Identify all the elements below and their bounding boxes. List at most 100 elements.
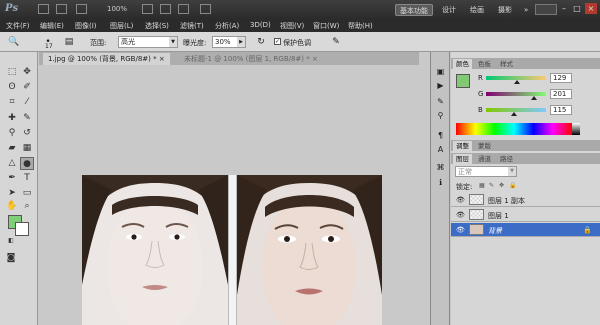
eraser-tool-icon[interactable]: ▰ (5, 142, 19, 155)
close-icon[interactable]: × (585, 3, 597, 14)
lock-image-icon[interactable]: ✎ (489, 182, 494, 189)
character-icon[interactable]: A (434, 144, 447, 155)
brush-presets-icon[interactable]: ✎ (434, 96, 447, 107)
workspace-painting[interactable]: 绘画 (466, 4, 488, 16)
move-tool-icon[interactable]: ✥ (20, 66, 34, 79)
restore-icon[interactable]: □ (571, 3, 583, 14)
lock-position-icon[interactable]: ✥ (499, 182, 504, 189)
menu-layer[interactable]: 图层(L) (110, 21, 133, 31)
color-spectrum-grayscale[interactable] (572, 123, 580, 135)
r-slider[interactable] (486, 76, 546, 84)
workspace-design[interactable]: 设计 (438, 4, 460, 16)
lock-all-icon[interactable]: 🔒 (509, 182, 516, 189)
color-swatch[interactable] (456, 74, 470, 88)
gradient-tool-icon[interactable]: ▦ (20, 142, 34, 155)
rotate-view-icon[interactable] (160, 4, 171, 14)
clone-source-icon[interactable]: ⚲ (434, 110, 447, 121)
history-brush-icon[interactable]: ↺ (20, 127, 34, 140)
dodge-tool-preset-icon[interactable]: 🔍 (8, 36, 20, 48)
menu-view[interactable]: 视图(V) (280, 21, 304, 31)
marquee-tool-icon[interactable]: ⬚ (5, 66, 19, 79)
screen-mode-icon[interactable] (200, 4, 211, 14)
tab-document-2[interactable]: 未标题-1 @ 100% (图层 1, RGB/8#) * × (179, 53, 323, 65)
close-tab-icon[interactable]: × (312, 55, 318, 63)
extras-icon[interactable] (76, 4, 87, 14)
type-tool-icon[interactable]: T (20, 172, 34, 185)
b-slider-thumb[interactable] (511, 112, 517, 116)
r-slider-thumb[interactable] (514, 80, 520, 84)
menu-filter[interactable]: 滤镜(T) (180, 21, 204, 31)
g-value[interactable]: 201 (550, 89, 572, 99)
blur-tool-icon[interactable]: △ (5, 157, 19, 170)
airbrush-icon[interactable]: ↻ (255, 36, 267, 48)
color-spectrum[interactable] (456, 123, 572, 135)
exposure-input[interactable]: 30% ▶ (212, 36, 246, 48)
close-tab-icon[interactable]: × (159, 55, 165, 63)
tab-swatches[interactable]: 色板 (475, 59, 494, 69)
menu-help[interactable]: 帮助(H) (348, 21, 373, 31)
quick-mask-icon[interactable]: ◙ (4, 252, 18, 265)
crop-tool-icon[interactable]: ⌗ (5, 96, 19, 109)
shape-tool-icon[interactable]: ▭ (20, 187, 34, 200)
b-slider[interactable] (486, 108, 546, 116)
lock-transparent-icon[interactable]: ▦ (479, 182, 485, 189)
canvas-area[interactable] (39, 65, 419, 325)
zoom-tool-icon[interactable]: ⌕ (20, 200, 34, 213)
bridge-icon[interactable] (38, 4, 49, 14)
workspace-essentials[interactable]: 基本功能 (395, 4, 433, 16)
menu-edit[interactable]: 编辑(E) (40, 21, 64, 31)
g-slider-thumb[interactable] (531, 96, 537, 100)
actions-icon[interactable]: ▶ (434, 80, 447, 91)
hand-tool-icon[interactable]: ✋ (5, 200, 19, 213)
tab-adjustments[interactable]: 调整 (453, 141, 472, 151)
tool-presets-icon[interactable]: ⌘ (434, 162, 447, 173)
workspace-photography[interactable]: 摄影 (494, 4, 516, 16)
eye-icon[interactable]: 👁 (456, 211, 465, 219)
clone-stamp-icon[interactable]: ⚲ (5, 127, 19, 140)
lasso-tool-icon[interactable]: ʘ (5, 81, 19, 94)
minimize-icon[interactable]: – (558, 3, 570, 14)
tab-document-1[interactable]: 1.jpg @ 100% (背景, RGB/8#) * × (43, 53, 170, 65)
tab-masks[interactable]: 蒙版 (475, 141, 494, 151)
info-icon[interactable]: ℹ (434, 177, 447, 188)
brush-panel-icon[interactable]: ▤ (63, 36, 75, 48)
tab-styles[interactable]: 样式 (497, 59, 516, 69)
pressure-icon[interactable]: ✎ (330, 36, 342, 48)
history-icon[interactable]: ▣ (434, 66, 447, 77)
arrange-documents-icon[interactable] (178, 4, 189, 14)
default-colors-icon[interactable]: ◧ (4, 234, 18, 247)
eyedropper-tool-icon[interactable]: ⁄ (20, 96, 34, 109)
r-value[interactable]: 129 (550, 73, 572, 83)
chevron-right-icon[interactable]: ▶ (237, 37, 245, 47)
tab-paths[interactable]: 路径 (497, 154, 516, 164)
tab-channels[interactable]: 通道 (475, 154, 494, 164)
minibridge-icon[interactable] (56, 4, 67, 14)
g-slider[interactable] (486, 92, 546, 100)
layer-row-selected[interactable]: 👁 背景 🔒 (451, 223, 600, 237)
zoom-level[interactable]: 100% (107, 5, 127, 13)
hand-icon[interactable] (142, 4, 153, 14)
range-select[interactable]: 高光 ▼ (118, 36, 178, 48)
quick-select-tool-icon[interactable]: ✐ (20, 81, 34, 94)
tab-layers[interactable]: 图层 (453, 154, 472, 164)
protect-tones-checkbox[interactable]: ✓ (274, 38, 281, 45)
menu-window[interactable]: 窗口(W) (313, 21, 339, 31)
layer-row[interactable]: 👁 图层 1 副本 (451, 193, 600, 207)
menu-file[interactable]: 文件(F) (6, 21, 30, 31)
eye-icon[interactable]: 👁 (456, 196, 465, 204)
b-value[interactable]: 115 (550, 105, 572, 115)
menu-3d[interactable]: 3D(D) (250, 21, 271, 29)
healing-brush-icon[interactable]: ✚ (5, 112, 19, 125)
menu-image[interactable]: 图像(I) (75, 21, 97, 31)
menu-analysis[interactable]: 分析(A) (215, 21, 239, 31)
eye-icon[interactable]: 👁 (456, 226, 465, 234)
tab-color[interactable]: 颜色 (453, 59, 472, 69)
menu-select[interactable]: 选择(S) (145, 21, 169, 31)
pen-tool-icon[interactable]: ✒ (5, 172, 19, 185)
search-icon[interactable] (535, 4, 557, 15)
paragraph-icon[interactable]: ¶ (434, 130, 447, 141)
blend-mode-select[interactable]: 正常 ▼ (455, 166, 517, 177)
more-workspaces[interactable]: » (520, 4, 532, 16)
layer-row[interactable]: 👁 图层 1 (451, 208, 600, 222)
brush-tool-icon[interactable]: ✎ (20, 112, 34, 125)
